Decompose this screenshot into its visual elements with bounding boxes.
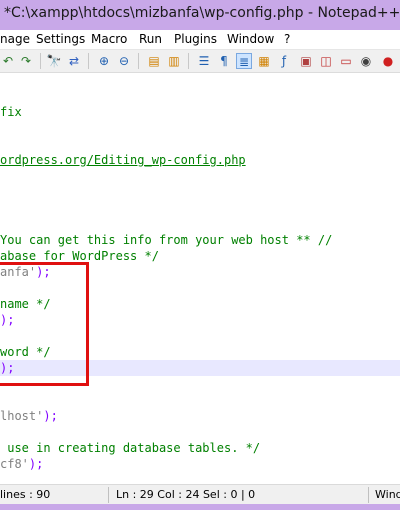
code-line[interactable]: ordpress.org/Editing_wp-config.php <box>0 152 400 168</box>
toolbar-separator <box>138 53 139 69</box>
annotation-highlight-box <box>0 262 89 386</box>
code-line[interactable]: use in creating database tables. */ <box>0 440 400 456</box>
code-token: lhost' <box>0 409 44 423</box>
toolbar-separator <box>88 53 89 69</box>
status-eol: Wind <box>375 488 400 501</box>
window-border <box>0 504 400 510</box>
code-token: cf8' <box>0 457 29 471</box>
code-line[interactable]: lhost'); <box>0 408 400 424</box>
zoom-in-icon[interactable]: ⊕ <box>96 53 112 69</box>
toolbar: ↶ ↷ 🔭 ⇄ ⊕ ⊖ ▤ ▥ ☰ ¶ ≣ ▦ ƒ ▣ ◫ ▭ ◉ ● <box>0 50 400 73</box>
redo-icon[interactable]: ↷ <box>18 53 34 69</box>
toolbar-separator <box>188 53 189 69</box>
show-all-chars-icon[interactable]: ¶ <box>216 53 232 69</box>
folder-workspace-icon[interactable]: ▣ <box>298 53 314 69</box>
code-token: ); <box>43 409 58 423</box>
code-line[interactable] <box>0 184 400 200</box>
toolbar-separator <box>40 53 41 69</box>
code-line[interactable] <box>0 392 400 408</box>
code-line[interactable] <box>0 424 400 440</box>
window-title: *C:\xampp\htdocs\mizbanfa\wp-config.php … <box>4 5 400 21</box>
sync-v-icon[interactable]: ▤ <box>146 53 162 69</box>
function-list-icon[interactable]: ƒ <box>276 53 292 69</box>
code-line[interactable] <box>0 168 400 184</box>
code-line[interactable] <box>0 120 400 136</box>
menu-macro[interactable]: Macro <box>91 32 127 46</box>
status-divider <box>368 487 369 503</box>
code-token: fix <box>0 105 22 119</box>
code-line[interactable]: You can get this info from your web host… <box>0 232 400 248</box>
code-line[interactable] <box>0 136 400 152</box>
menu-window[interactable]: Window <box>227 32 274 46</box>
status-divider <box>108 487 109 503</box>
status-bar: lines : 90 Ln : 29 Col : 24 Sel : 0 | 0 … <box>0 484 400 505</box>
code-token: ordpress.org/Editing_wp-config.php <box>0 153 246 167</box>
title-bar: *C:\xampp\htdocs\mizbanfa\wp-config.php … <box>0 0 400 30</box>
indent-guide-icon[interactable]: ≣ <box>236 53 252 69</box>
code-line[interactable]: cf8'); <box>0 456 400 472</box>
code-token: abase for WordPress */ <box>0 249 159 263</box>
menu-plugins[interactable]: Plugins <box>174 32 217 46</box>
menu-language[interactable]: nage <box>0 32 30 46</box>
panel-icon[interactable]: ▭ <box>338 53 354 69</box>
code-token: You can get this info from your web host… <box>0 233 333 247</box>
word-wrap-icon[interactable]: ☰ <box>196 53 212 69</box>
code-line[interactable] <box>0 216 400 232</box>
record-macro-icon[interactable]: ● <box>380 53 396 69</box>
code-line[interactable] <box>0 200 400 216</box>
sync-h-icon[interactable]: ▥ <box>166 53 182 69</box>
zoom-out-icon[interactable]: ⊖ <box>116 53 132 69</box>
find-icon[interactable]: 🔭 <box>46 53 62 69</box>
doc-map-icon[interactable]: ▦ <box>256 53 272 69</box>
menu-run[interactable]: Run <box>139 32 162 46</box>
monitor-icon[interactable]: ◉ <box>358 53 374 69</box>
menu-settings[interactable]: Settings <box>36 32 85 46</box>
code-token: use in creating database tables. */ <box>0 441 261 455</box>
status-lines: lines : 90 <box>0 488 51 501</box>
status-position: Ln : 29 Col : 24 Sel : 0 | 0 <box>116 488 256 501</box>
folder-icon[interactable]: ◫ <box>318 53 334 69</box>
code-token: ); <box>28 457 44 471</box>
undo-icon[interactable]: ↶ <box>0 53 16 69</box>
code-line[interactable]: fix <box>0 104 400 120</box>
replace-icon[interactable]: ⇄ <box>66 53 82 69</box>
menu-bar: nage Settings Macro Run Plugins Window ? <box>0 30 400 50</box>
menu-help[interactable]: ? <box>284 32 290 46</box>
